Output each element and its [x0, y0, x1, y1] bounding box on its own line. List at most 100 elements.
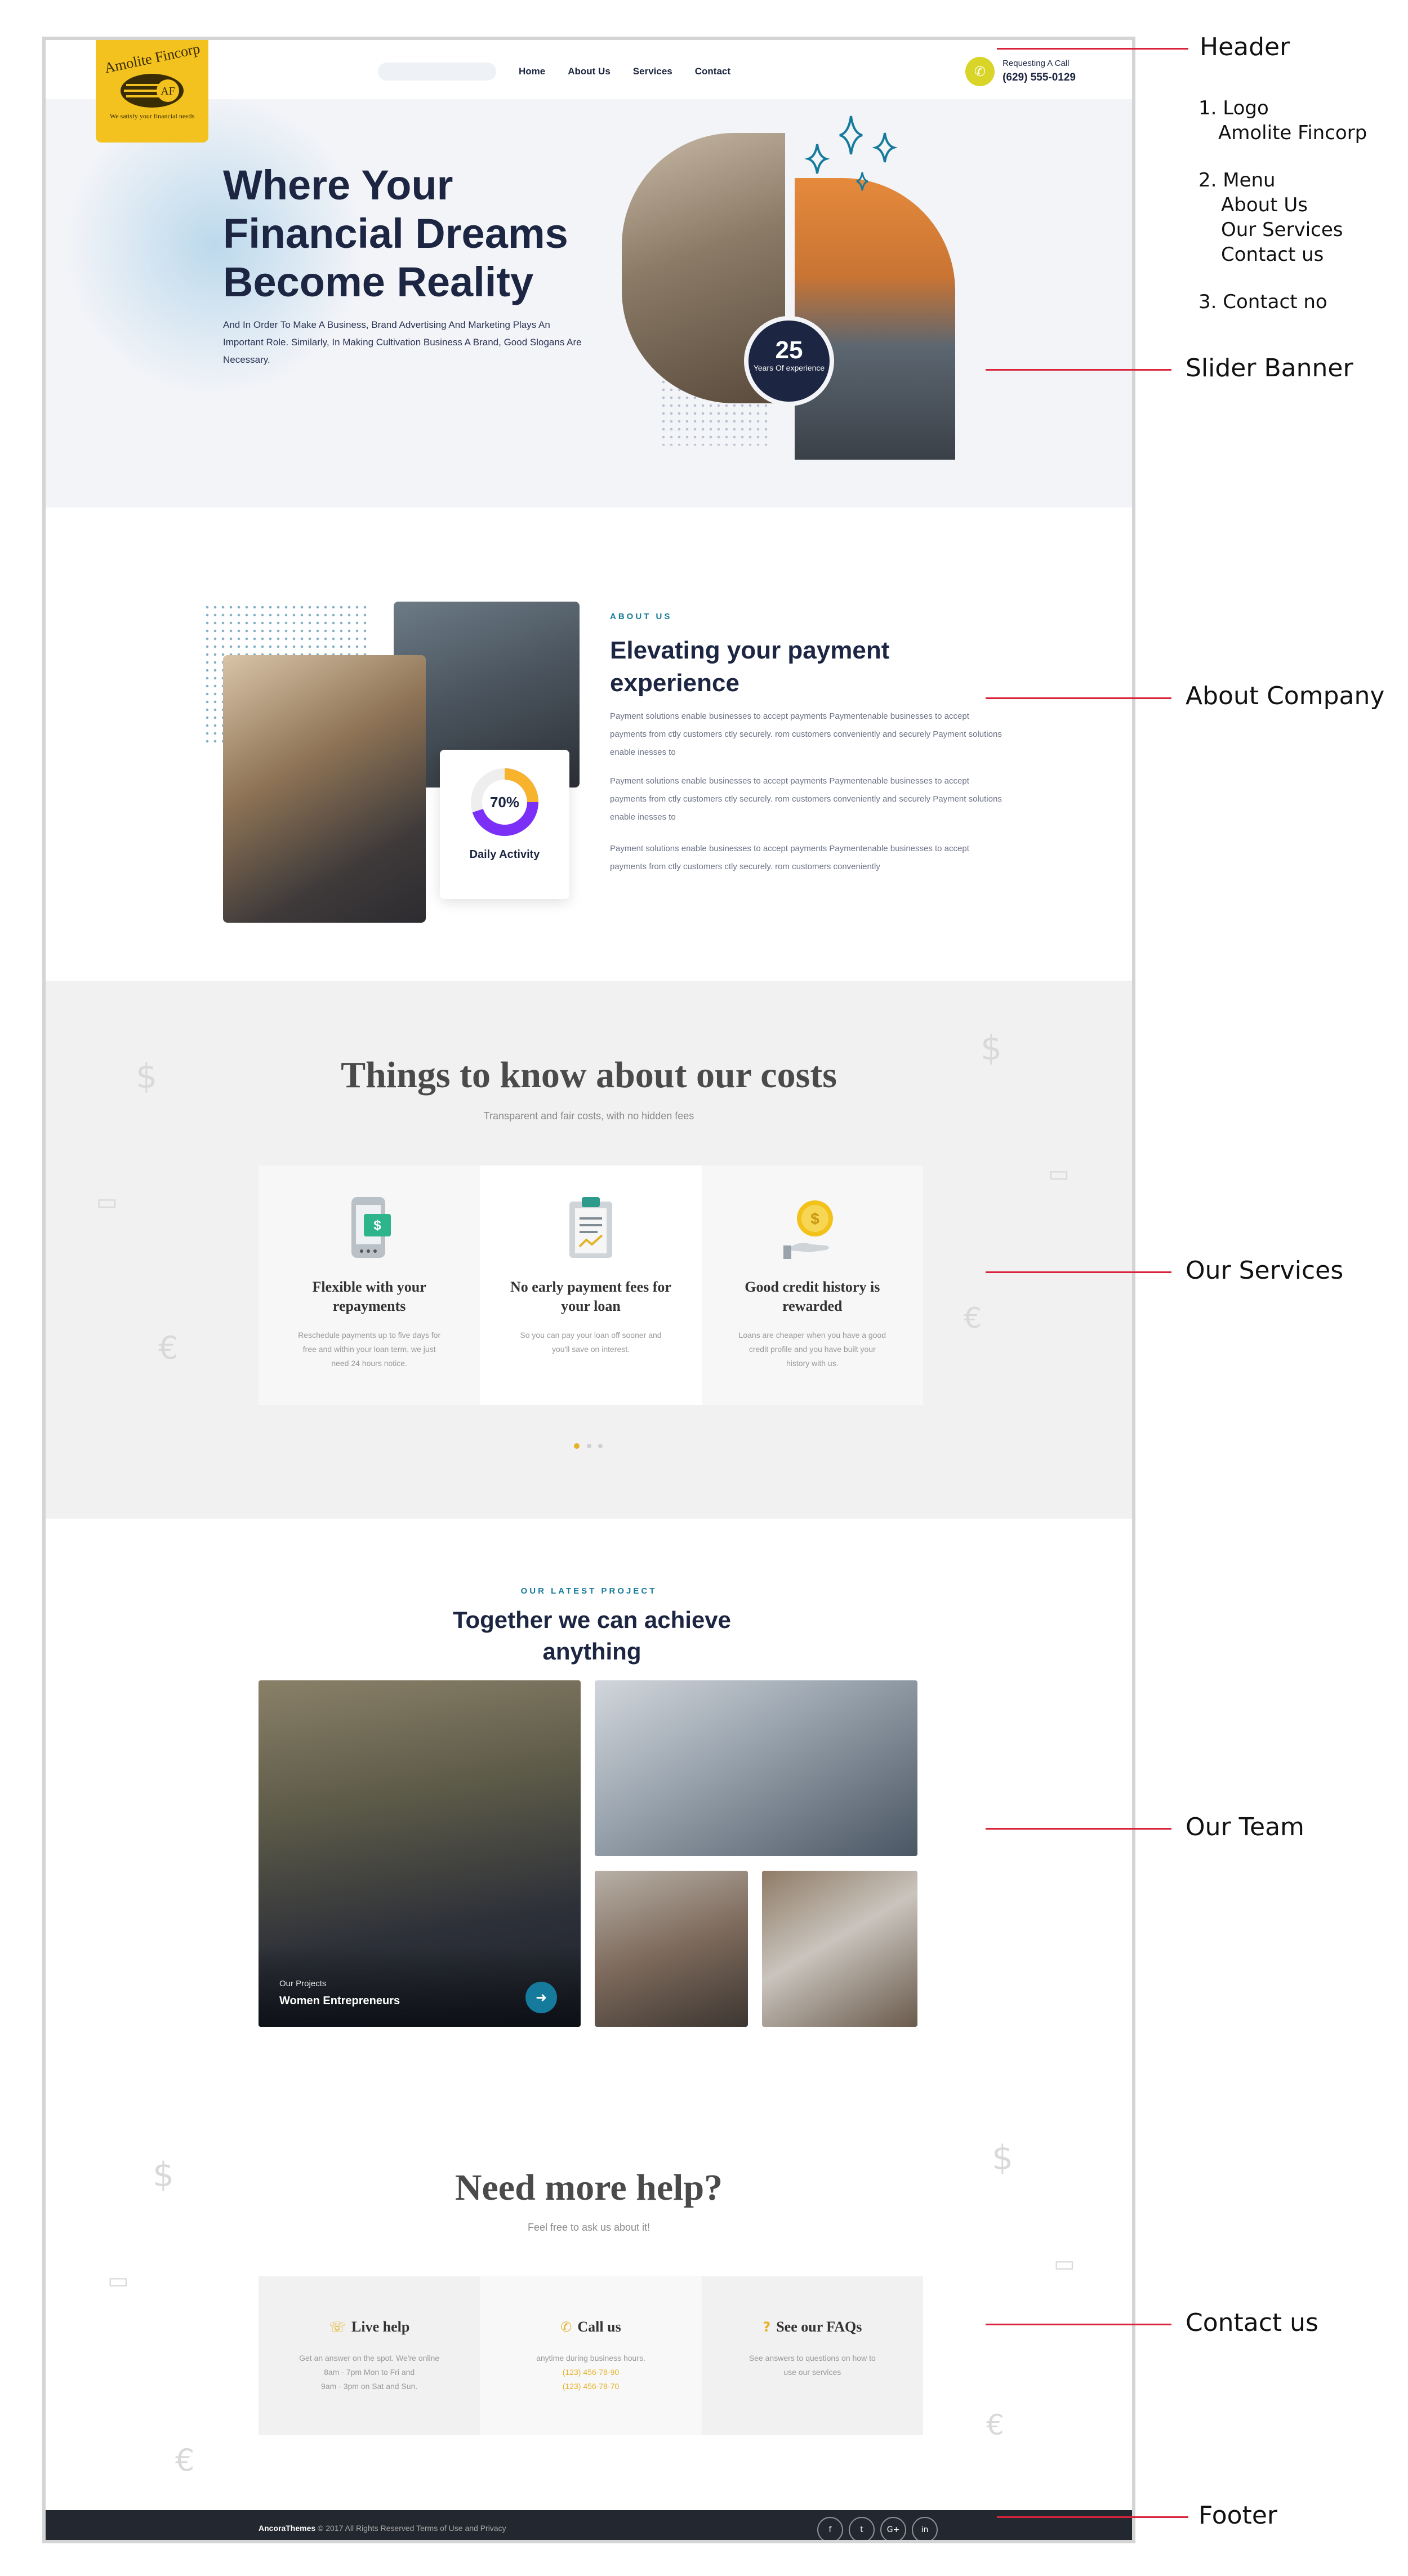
nav-home[interactable]: Home: [519, 66, 545, 77]
annotation-line: [986, 2324, 1171, 2325]
annotation-item: 3. Contact no: [1198, 291, 1327, 313]
service-card-text: Loans are cheaper when you have a good c…: [738, 1331, 886, 1368]
banknote-icon: ▭: [1048, 1161, 1070, 1187]
service-card[interactable]: $ Good credit history is rewarded Loans …: [701, 1165, 923, 1405]
footer-brand[interactable]: AncoraThemes: [259, 2524, 315, 2533]
linkedin-icon[interactable]: in: [912, 2517, 938, 2540]
annotation-header-list: 1. Logo Amolite Fincorp 2. Menu About Us…: [1198, 96, 1367, 314]
project-photo-team-table[interactable]: [595, 1680, 917, 1856]
twitter-icon[interactable]: t: [849, 2517, 875, 2540]
help-card-text: Get an answer on the spot. We're online …: [285, 2351, 454, 2393]
help-card-live[interactable]: ☏ Live help Get an answer on the spot. We…: [259, 2276, 480, 2435]
team-label: OUR LATEST PROJECT: [520, 1586, 657, 1596]
annotation-item: Contact us: [1221, 243, 1324, 266]
help-line: use our services: [783, 2368, 841, 2377]
nav-about-us[interactable]: About Us: [568, 66, 611, 77]
services-title: Things to know about our costs: [341, 1055, 837, 1096]
help-line: anytime during business hours.: [536, 2353, 645, 2363]
services-subtitle: Transparent and fair costs, with no hidd…: [483, 1110, 694, 1122]
annotation-item: Amolite Fincorp: [1218, 122, 1367, 144]
help-card-title: ☏ Live help: [259, 2319, 480, 2335]
donut-chart: 70%: [471, 768, 538, 836]
service-card[interactable]: $ Flexible with your repayments Reschedu…: [259, 1165, 480, 1405]
slider-banner: Where Your Financial Dreams Become Reali…: [46, 99, 1132, 508]
about-paragraph: Payment solutions enable businesses to a…: [610, 776, 1002, 822]
project-caption-title: Women Entrepreneurs: [279, 1995, 400, 2007]
question-icon: ?: [763, 2319, 771, 2335]
annotation-footer: Footer: [1198, 2501, 1277, 2530]
logo[interactable]: Amolite Fincorp AF We satisfy your finan…: [96, 40, 208, 143]
about-title: Elevating your payment experience: [610, 637, 890, 697]
annotation-item: Our Services: [1221, 219, 1343, 241]
phone-icon: ✆: [965, 57, 995, 86]
hero-title: Where Your Financial Dreams Become Reali…: [223, 162, 568, 305]
help-card-text: anytime during business hours. (123) 456…: [506, 2351, 675, 2393]
euro-coin-icon: €: [964, 1302, 982, 1334]
banknote-icon: ▭: [96, 1189, 118, 1215]
annotation-about: About Company: [1186, 682, 1385, 710]
help-card-title-text: Live help: [351, 2319, 410, 2335]
website-mockup: Amolite Fincorp AF We satisfy your finan…: [42, 37, 1135, 2543]
help-phone-link[interactable]: (123) 456-78-70: [506, 2379, 675, 2393]
call-label: Requesting A Call: [1002, 58, 1070, 68]
footer-text: © 2017 All Rights Reserved Terms of Use …: [318, 2524, 506, 2533]
footer-copyright: AncoraThemes © 2017 All Rights Reserved …: [259, 2524, 506, 2533]
social-links: f t G+ in: [817, 2517, 938, 2540]
annotation-item: 2. Menu: [1198, 169, 1276, 192]
help-phone-link[interactable]: (123) 456-78-90: [506, 2365, 675, 2379]
annotation-line: [986, 697, 1171, 699]
service-card[interactable]: No early payment fees for your loan So y…: [480, 1165, 702, 1405]
logo-tagline: We satisfy your financial needs: [109, 112, 195, 120]
call-request[interactable]: ✆ Requesting A Call (629) 555-0129: [965, 57, 1076, 86]
badge-label: Years Of experience: [753, 363, 825, 372]
annotation-slider: Slider Banner: [1186, 354, 1353, 382]
experience-badge: 25 Years Of experience: [744, 316, 834, 406]
annotation-contact: Contact us: [1186, 2308, 1318, 2337]
help-line: Get an answer on the spot. We're online: [299, 2353, 440, 2363]
about-paragraph: Payment solutions enable businesses to a…: [610, 844, 969, 871]
service-card-text: Reschedule payments up to five days for …: [298, 1331, 441, 1368]
our-services: $ $ € € ▭ ▭ Things to know about our cos…: [46, 981, 1132, 1519]
our-team: OUR LATEST PROJECT Together we can achie…: [46, 1519, 1132, 2099]
hero-text: And In Order To Make A Business, Brand A…: [223, 319, 582, 365]
help-card-title: ? See our FAQs: [702, 2319, 923, 2335]
annotation-team: Our Team: [1186, 1813, 1304, 1841]
banknote-icon: ▭: [108, 2268, 129, 2294]
logo-mark-icon: AF: [121, 74, 184, 108]
nav-contact[interactable]: Contact: [695, 66, 730, 77]
help-card-faq[interactable]: ? See our FAQs See answers to questions o…: [701, 2276, 923, 2435]
service-card-text: So you can pay your loan off sooner and …: [520, 1331, 662, 1354]
annotation-line: [986, 1828, 1171, 1830]
service-card-title: No early payment fees for your loan: [510, 1279, 671, 1314]
site-header: Amolite Fincorp AF We satisfy your finan…: [46, 40, 1132, 143]
coin-hand-icon: $: [783, 1200, 834, 1259]
help-line: 8am - 7pm Mon to Fri and: [324, 2368, 415, 2377]
annotation-services: Our Services: [1186, 1256, 1344, 1285]
annotation-line: [997, 48, 1188, 50]
donut-value: 70%: [490, 794, 519, 811]
help-cards: ☏ Live help Get an answer on the spot. We…: [259, 2276, 923, 2435]
phone-icon: ✆: [560, 2319, 572, 2335]
hero-image-businesswoman: [795, 178, 955, 460]
euro-coin-icon: €: [175, 2442, 195, 2478]
nav-services[interactable]: Services: [633, 66, 672, 77]
arrow-right-icon[interactable]: ➜: [525, 1982, 557, 2013]
euro-coin-icon: €: [986, 2409, 1004, 2441]
help-line: See answers to questions on how to: [748, 2353, 876, 2363]
search-bar[interactable]: [378, 63, 496, 81]
help-card-call[interactable]: ✆ Call us anytime during business hours. …: [480, 2276, 702, 2435]
project-caption-small: Our Projects: [279, 1979, 327, 1988]
chat-icon: ☏: [329, 2319, 346, 2335]
call-number: (629) 555-0129: [1002, 72, 1076, 83]
annotation-line: [986, 369, 1171, 371]
google-plus-icon[interactable]: G+: [880, 2517, 906, 2540]
project-photo-documents[interactable]: [762, 1871, 917, 2027]
help-line: 9am - 3pm on Sat and Sun.: [321, 2382, 418, 2391]
service-card-title: Good credit history is rewarded: [745, 1279, 880, 1314]
badge-number: 25: [775, 336, 803, 364]
project-photo-handshake[interactable]: [595, 1871, 748, 2027]
about-company: 70% Daily Activity ABOUT US Elevating yo…: [46, 508, 1132, 981]
carousel-pagination[interactable]: [572, 1443, 612, 1449]
annotation-line: [986, 1271, 1171, 1273]
facebook-icon[interactable]: f: [817, 2517, 843, 2540]
